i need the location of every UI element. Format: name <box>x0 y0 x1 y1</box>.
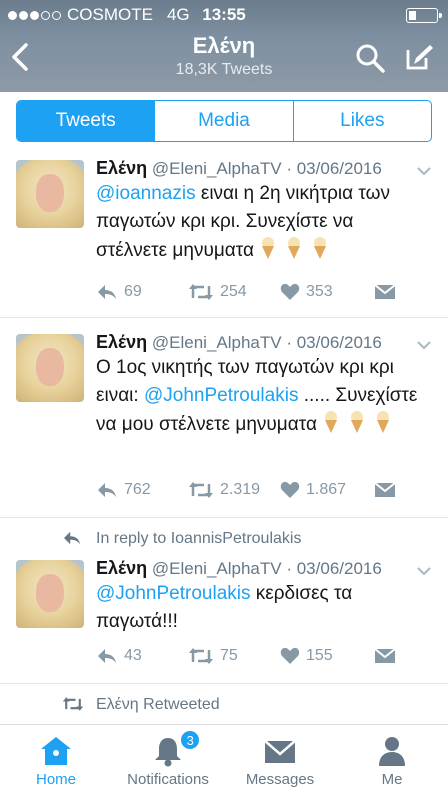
tab-media[interactable]: Media <box>154 101 292 141</box>
retweet-button[interactable]: 2.319 <box>188 481 280 499</box>
envelope-icon[interactable] <box>374 283 396 301</box>
status-bar: COSMOTE 4G 13:55 <box>0 0 448 30</box>
tab-label: Messages <box>245 771 315 788</box>
reply-button[interactable]: 762 <box>96 481 188 499</box>
ice-cream-icon <box>314 237 327 259</box>
reply-button[interactable]: 43 <box>96 647 188 665</box>
retweet-row[interactable]: Ελένη Retweeted <box>0 684 448 724</box>
envelope-icon[interactable] <box>374 647 396 665</box>
tweet-date: · 03/06/2016 <box>286 559 382 578</box>
tweet-actions: 43 75 155 <box>96 644 432 668</box>
avatar[interactable] <box>16 560 84 628</box>
like-button[interactable]: 155 <box>280 647 372 665</box>
avatar[interactable] <box>16 334 84 402</box>
notification-badge: 3 <box>179 729 202 751</box>
tweet-text: @JohnPetroulakis κερδισες τα παγωτά!!! <box>96 580 426 636</box>
author-name[interactable]: Ελένη <box>96 558 147 578</box>
tweet-feed: Ελένη @Eleni_AlphaTV · 03/06/2016 @ioann… <box>0 152 448 724</box>
reply-count: 762 <box>124 481 151 498</box>
bottom-tab-bar: Home 3 Notifications Messages Me <box>0 724 448 795</box>
author-handle[interactable]: @Eleni_AlphaTV <box>152 559 282 578</box>
tab-me[interactable]: Me <box>336 725 448 795</box>
person-icon <box>379 737 405 766</box>
tweet[interactable]: Ελένη @Eleni_AlphaTV · 03/06/2016 Ο 1ος … <box>0 318 448 518</box>
tweet-header: Ελένη @Eleni_AlphaTV · 03/06/2016 <box>96 158 382 179</box>
tweet-header: Ελένη @Eleni_AlphaTV · 03/06/2016 <box>96 558 382 579</box>
chevron-down-icon[interactable] <box>416 566 432 576</box>
mention-link[interactable]: @JohnPetroulakis <box>96 583 250 604</box>
tab-tweets[interactable]: Tweets <box>17 101 155 141</box>
like-count: 353 <box>306 283 333 300</box>
heart-icon <box>280 481 300 498</box>
tab-notifications[interactable]: 3 Notifications <box>112 725 224 795</box>
author-name[interactable]: Ελένη <box>96 332 147 352</box>
reply-button[interactable]: 69 <box>96 283 188 301</box>
profile-tabs: Tweets Media Likes <box>16 100 432 142</box>
tweet-actions: 69 254 353 <box>96 280 432 304</box>
ice-cream-icon <box>377 411 390 433</box>
tab-home[interactable]: Home <box>0 725 112 795</box>
retweet-icon <box>62 697 84 711</box>
tab-label: Me <box>381 771 403 788</box>
retweet-button[interactable]: 75 <box>188 647 280 665</box>
tweet[interactable]: In reply to IoannisPetroulakis Ελένη @El… <box>0 518 448 684</box>
reply-context[interactable]: In reply to IoannisPetroulakis <box>96 530 301 548</box>
author-name[interactable]: Ελένη <box>96 158 147 178</box>
like-button[interactable]: 1.867 <box>280 481 372 499</box>
reply-icon <box>98 285 116 299</box>
tweet-date: · 03/06/2016 <box>286 333 382 352</box>
retweet-count: 2.319 <box>220 481 261 498</box>
envelope-icon <box>264 740 296 763</box>
retweet-count: 254 <box>220 283 247 300</box>
mention-link[interactable]: @JohnPetroulakis <box>144 385 298 406</box>
reply-icon <box>64 531 80 545</box>
retweet-icon <box>189 482 213 498</box>
retweet-icon <box>189 648 213 664</box>
tweet-actions: 762 2.319 1.867 <box>96 478 432 502</box>
tweet-text: Ο 1ος νικητής των παγωτών κρι κρι ειναι:… <box>96 354 426 439</box>
ice-cream-icon <box>351 411 364 433</box>
tweet[interactable]: Ελένη @Eleni_AlphaTV · 03/06/2016 @ioann… <box>0 152 448 318</box>
retweet-count: 75 <box>220 647 238 664</box>
profile-header: COSMOTE 4G 13:55 Ελένη 18,3K Tweets <box>0 0 448 92</box>
tab-label: Home <box>35 771 76 788</box>
retweet-context[interactable]: Ελένη Retweeted <box>96 696 220 714</box>
ice-cream-icon <box>288 237 301 259</box>
author-handle[interactable]: @Eleni_AlphaTV <box>152 333 282 352</box>
reply-count: 69 <box>124 283 142 300</box>
compose-icon[interactable] <box>404 42 434 72</box>
tweet-text: @ioannazis ειναι η 2η νικήτρια των παγωτ… <box>96 180 426 265</box>
retweet-icon <box>189 284 213 300</box>
reply-count: 43 <box>124 647 142 664</box>
author-handle[interactable]: @Eleni_AlphaTV <box>152 159 282 178</box>
heart-icon <box>280 647 300 664</box>
tweet-header: Ελένη @Eleni_AlphaTV · 03/06/2016 <box>96 332 382 353</box>
home-icon <box>41 737 71 765</box>
tab-messages[interactable]: Messages <box>224 725 336 795</box>
battery-icon <box>406 8 442 23</box>
like-count: 1.867 <box>306 481 347 498</box>
tab-likes[interactable]: Likes <box>292 101 431 141</box>
reply-icon <box>98 649 116 663</box>
like-count: 155 <box>306 647 333 664</box>
chevron-down-icon[interactable] <box>416 340 432 350</box>
tweet-date: · 03/06/2016 <box>286 159 382 178</box>
retweet-button[interactable]: 254 <box>188 283 280 301</box>
like-button[interactable]: 353 <box>280 283 372 301</box>
heart-icon <box>280 283 300 300</box>
search-icon[interactable] <box>354 42 386 74</box>
chevron-down-icon[interactable] <box>416 166 432 176</box>
status-time: 13:55 <box>202 5 246 24</box>
reply-icon <box>98 483 116 497</box>
mention-link[interactable]: @ioannazis <box>96 183 196 204</box>
envelope-icon[interactable] <box>374 481 396 499</box>
tab-label: Notifications <box>127 771 209 788</box>
ice-cream-icon <box>262 237 275 259</box>
avatar[interactable] <box>16 160 84 228</box>
ice-cream-icon <box>325 411 338 433</box>
